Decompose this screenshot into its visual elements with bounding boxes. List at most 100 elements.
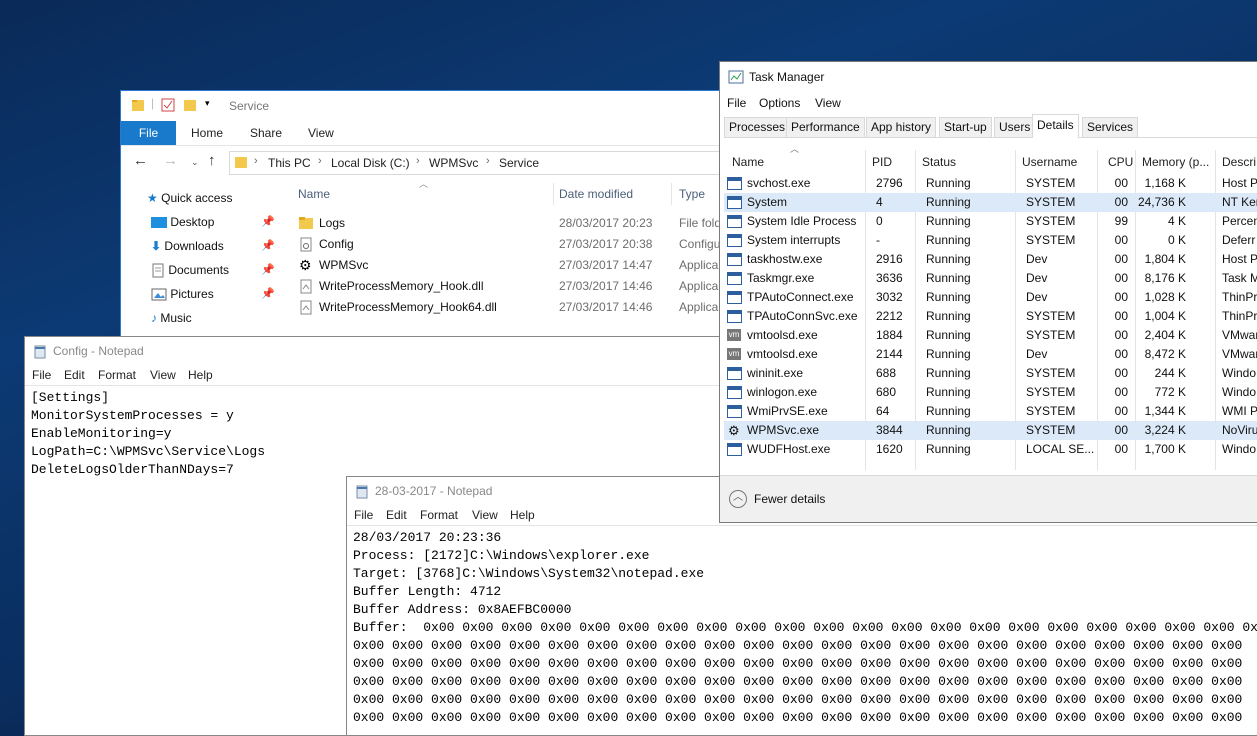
tab-processes[interactable]: Processes xyxy=(724,117,791,137)
process-row[interactable]: WmiPrvSE.exe 64 Running SYSTEM 00 1,344 K WMI … xyxy=(724,402,1257,421)
file-row[interactable]: WriteProcessMemory_Hook.dll 27/03/2017 1… xyxy=(291,276,729,297)
process-row[interactable]: Taskmgr.exe 3636 Running Dev 00 8,176 K Task M xyxy=(724,269,1257,288)
process-memory: 8,176 K xyxy=(1144,271,1186,285)
back-icon[interactable]: ← xyxy=(133,152,148,169)
nav-item-label: Documents xyxy=(168,263,230,277)
menu-format[interactable]: Format xyxy=(420,508,458,522)
menu-format[interactable]: Format xyxy=(98,368,136,382)
column-header-username[interactable]: Username xyxy=(1022,155,1077,169)
column-header-pid[interactable]: PID xyxy=(872,155,892,169)
process-memory: 0 K xyxy=(1167,233,1186,247)
column-header-name[interactable]: Name xyxy=(298,187,330,201)
column-header-date[interactable]: Date modified xyxy=(559,187,633,201)
properties-icon[interactable] xyxy=(161,98,175,112)
ribbon-file-tab[interactable]: File xyxy=(121,121,176,145)
menu-view[interactable]: View xyxy=(472,508,498,522)
process-row[interactable]: vm vmtoolsd.exe 1884 Running SYSTEM 00 2,404 K… xyxy=(724,326,1257,345)
process-memory: 2,404 K xyxy=(1144,328,1186,342)
process-row[interactable]: winlogon.exe 680 Running SYSTEM 00 772 K Windo xyxy=(724,383,1257,402)
breadcrumb-local-disk[interactable]: Local Disk (C:) xyxy=(331,156,410,170)
menu-help[interactable]: Help xyxy=(510,508,535,522)
tab-start-up[interactable]: Start-up xyxy=(939,117,992,137)
pin-icon[interactable]: 📌 xyxy=(261,259,275,281)
process-username: SYSTEM xyxy=(1026,309,1076,323)
ribbon-tab-home[interactable]: Home xyxy=(191,126,223,140)
menu-view[interactable]: View xyxy=(815,96,841,110)
menu-options[interactable]: Options xyxy=(759,96,800,110)
up-icon[interactable]: ↑ xyxy=(208,152,216,169)
process-row[interactable]: wininit.exe 688 Running SYSTEM 00 244 K Windo xyxy=(724,364,1257,383)
nav-item-quick-access[interactable]: ★ Quick access xyxy=(147,187,232,209)
recent-locations-icon[interactable]: ⌄ xyxy=(191,157,199,168)
process-row[interactable]: TPAutoConnect.exe 3032 Running Dev 00 1,028 K… xyxy=(724,288,1257,307)
menu-edit[interactable]: Edit xyxy=(64,368,85,382)
menu-edit[interactable]: Edit xyxy=(386,508,407,522)
column-divider xyxy=(553,183,554,205)
process-row[interactable]: System interrupts - Running SYSTEM 00 0 K Defe… xyxy=(724,231,1257,250)
column-header-name[interactable]: Name xyxy=(732,155,764,169)
column-header-description[interactable]: Descri xyxy=(1222,155,1256,169)
process-row[interactable]: TPAutoConnSvc.exe 2212 Running SYSTEM 00 1,00… xyxy=(724,307,1257,326)
address-box[interactable]: › This PC › Local Disk (C:) › WPMSvc › S… xyxy=(229,151,729,175)
chevron-up-icon[interactable]: ︿ xyxy=(729,490,747,508)
menu-file[interactable]: File xyxy=(354,508,373,522)
file-row[interactable]: Config 27/03/2017 20:38 Configu xyxy=(291,234,729,255)
pin-icon[interactable]: 📌 xyxy=(261,283,275,305)
nav-item-desktop[interactable]: Desktop 📌 xyxy=(151,211,275,233)
file-row[interactable]: Logs 28/03/2017 20:23 File fold xyxy=(291,213,729,234)
dll-icon xyxy=(300,279,312,294)
fewer-details-link[interactable]: Fewer details xyxy=(754,492,825,506)
taskmgr-titlebar[interactable]: Task Manager xyxy=(720,62,1257,92)
file-row[interactable]: ⚙ WPMSvc 27/03/2017 14:47 Applica xyxy=(291,255,729,276)
forward-icon[interactable]: → xyxy=(163,152,178,169)
column-header-row: ︿ Name PID Status Username CPU Memory (p… xyxy=(720,144,1257,172)
pin-icon[interactable]: 📌 xyxy=(261,211,275,233)
tab-performance[interactable]: Performance xyxy=(786,117,865,137)
tab-app-history[interactable]: App history xyxy=(866,117,937,137)
tab-services[interactable]: Services xyxy=(1082,117,1139,137)
process-status: Running xyxy=(926,366,971,380)
process-row[interactable]: taskhostw.exe 2916 Running Dev 00 1,804 K Host… xyxy=(724,250,1257,269)
process-row[interactable]: vm vmtoolsd.exe 2144 Running Dev 00 8,472 K VMw… xyxy=(724,345,1257,364)
process-row[interactable]: svchost.exe 2796 Running SYSTEM 00 1,168 K Hos… xyxy=(724,174,1257,193)
menu-help[interactable]: Help xyxy=(188,368,213,382)
nav-item-downloads[interactable]: ⬇ Downloads 📌 xyxy=(151,235,275,257)
tab-users[interactable]: Users xyxy=(994,117,1036,137)
ribbon-tab-share[interactable]: Share xyxy=(250,126,282,140)
process-row[interactable]: ⚙ WPMSvc.exe 3844 Running SYSTEM 00 3,224 K NoV… xyxy=(724,421,1257,440)
explorer-titlebar[interactable]: | ▾ Service xyxy=(121,91,729,121)
process-username: SYSTEM xyxy=(1026,176,1076,190)
process-name: Taskmgr.exe xyxy=(747,271,815,285)
process-cpu: 00 xyxy=(1114,385,1128,399)
text-editor[interactable]: 28/03/2017 20:23:36 Process: [2172]C:\Wi… xyxy=(353,529,1257,735)
tab-details[interactable]: Details xyxy=(1032,114,1079,138)
tab-bar: Processes Performance App history Start-… xyxy=(724,114,1257,138)
file-type: File fold xyxy=(679,216,722,230)
sort-ascending-icon: ︿ xyxy=(790,144,800,154)
pin-icon[interactable]: 📌 xyxy=(261,235,275,257)
menu-view[interactable]: View xyxy=(150,368,176,382)
nav-item-pictures[interactable]: Pictures 📌 xyxy=(151,283,275,305)
column-header-status[interactable]: Status xyxy=(922,155,956,169)
nav-item-music[interactable]: ♪ Music xyxy=(151,307,192,329)
breadcrumb-service[interactable]: Service xyxy=(499,156,539,170)
nav-item-documents[interactable]: Documents 📌 xyxy=(151,259,275,281)
menu-file[interactable]: File xyxy=(727,96,746,110)
column-header-memory[interactable]: Memory (p... xyxy=(1142,155,1209,169)
chevron-down-icon[interactable]: ▾ xyxy=(205,98,210,109)
breadcrumb-this-pc[interactable]: This PC xyxy=(268,156,311,170)
file-row[interactable]: WriteProcessMemory_Hook64.dll 27/03/2017… xyxy=(291,297,729,318)
column-header-type[interactable]: Type xyxy=(679,187,705,201)
process-row[interactable]: System Idle Process 0 Running SYSTEM 99 4 K Pe… xyxy=(724,212,1257,231)
column-header-cpu[interactable]: CPU xyxy=(1108,155,1133,169)
new-folder-icon[interactable] xyxy=(183,98,197,112)
process-row[interactable]: System 4 Running SYSTEM 00 24,736 K NT Ker xyxy=(724,193,1257,212)
menu-file[interactable]: File xyxy=(32,368,51,382)
notepad-titlebar[interactable]: Config - Notepad xyxy=(25,337,743,365)
process-status: Running xyxy=(926,271,971,285)
file-name: WPMSvc xyxy=(319,258,369,272)
ribbon-tab-view[interactable]: View xyxy=(308,126,334,140)
process-row[interactable]: WUDFHost.exe 1620 Running LOCAL SE... 00 1,70… xyxy=(724,440,1257,459)
gear-icon: ⚙ xyxy=(728,423,740,438)
breadcrumb-wpmsvc[interactable]: WPMSvc xyxy=(429,156,478,170)
